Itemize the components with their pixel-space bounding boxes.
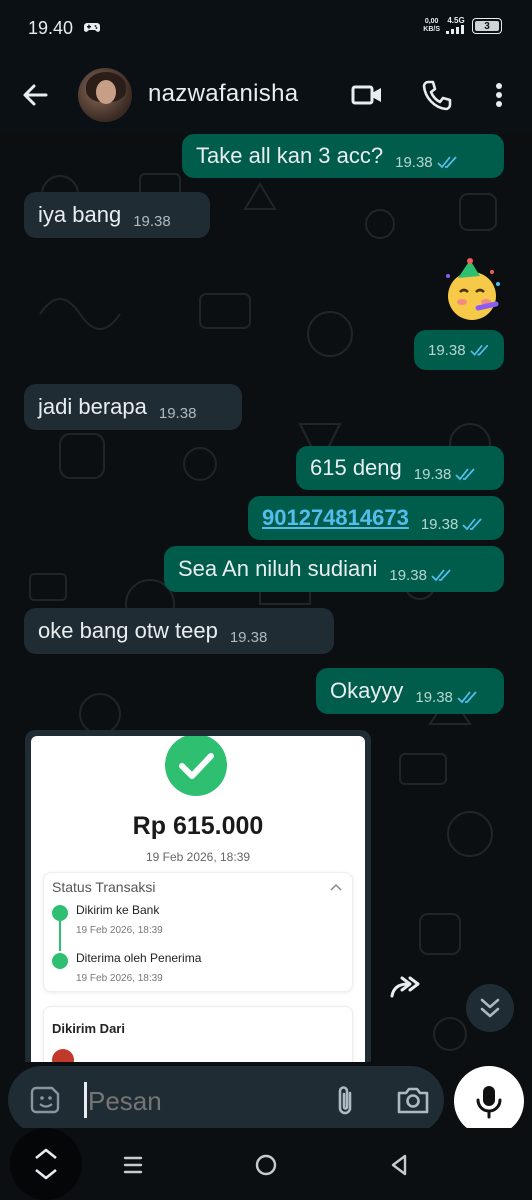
partying-face-emoji-icon[interactable] <box>440 258 506 324</box>
step-connector <box>59 921 61 951</box>
read-ticks-icon <box>462 518 483 531</box>
microphone-icon <box>476 1086 502 1119</box>
forward-icon[interactable] <box>388 972 424 1002</box>
message-time: 19.38 <box>413 465 452 483</box>
rotate-screen-button[interactable] <box>10 1128 82 1200</box>
message-bubble-incoming[interactable]: jadi berapa 19.38 <box>24 384 242 430</box>
message-input[interactable] <box>88 1086 308 1117</box>
video-call-icon[interactable] <box>350 78 384 112</box>
net-speed-value: 0,00 <box>424 18 439 25</box>
sender-title: Dikirim Dari <box>52 1021 125 1036</box>
message-time: 19.38 <box>428 341 466 359</box>
message-input-container[interactable] <box>8 1066 444 1134</box>
chevron-up-icon <box>330 883 342 891</box>
read-ticks-icon <box>455 468 475 481</box>
step-label: Dikirim ke Bank <box>76 903 160 917</box>
message-time: 19.38 <box>395 153 433 171</box>
voice-record-button[interactable] <box>454 1066 524 1136</box>
phone-call-icon[interactable] <box>420 78 454 112</box>
sender-card: Dikirim Dari <box>43 1006 353 1062</box>
message-bubble-outgoing[interactable]: Take all kan 3 acc? 19.38 <box>182 134 504 178</box>
message-time: 19.38 <box>389 566 427 584</box>
more-options-icon[interactable] <box>482 78 516 112</box>
message-time: 19.38 <box>229 628 268 646</box>
message-bubble-incoming[interactable]: oke bang otw teep 19.38 <box>24 608 334 654</box>
back-nav-icon[interactable] <box>386 1152 412 1178</box>
step-date: 19 Feb 2026, 18:39 <box>76 925 163 936</box>
read-ticks-icon <box>457 691 477 704</box>
step-date: 19 Feb 2026, 18:39 <box>76 973 163 984</box>
transfer-amount: Rp 615.000 <box>132 812 264 840</box>
read-ticks-icon <box>469 344 488 356</box>
scroll-down-button[interactable] <box>466 984 514 1032</box>
status-step: Dikirim ke Bank 19 Feb 2026, 18:39 <box>52 903 312 943</box>
system-navigation-bar <box>0 1128 532 1200</box>
signal-bars-icon <box>446 25 464 34</box>
avatar[interactable] <box>78 68 132 122</box>
receipt-image: Rp 615.000 19 Feb 2026, 18:39 Status Tra… <box>31 736 365 1062</box>
battery-indicator: 3 <box>472 18 502 34</box>
message-text: Okayyy <box>330 678 404 703</box>
message-bubble-outgoing[interactable]: 19.38 <box>414 330 504 370</box>
image-message-receipt[interactable]: Rp 615.000 19 Feb 2026, 18:39 Status Tra… <box>25 730 371 1062</box>
message-text: Sea An niluh sudiani <box>178 556 378 581</box>
message-text: Take all kan 3 acc? <box>196 143 384 168</box>
check-icon <box>52 905 68 921</box>
network-type: 4.5G <box>447 16 465 25</box>
message-time: 19.38 <box>420 515 459 533</box>
bank-logo <box>52 1049 74 1062</box>
message-bubble-outgoing[interactable]: Okayyy 19.38 <box>316 668 504 714</box>
home-icon[interactable] <box>253 1152 279 1178</box>
double-chevron-down-icon <box>480 998 500 1018</box>
chat-area[interactable]: Take all kan 3 acc? 19.38 iya bang 19.38… <box>0 134 532 1062</box>
rotate-icon <box>35 1148 57 1180</box>
status-bar: 19.40 0,00 KB/S 4.5G 3 <box>0 0 532 56</box>
message-bubble-outgoing[interactable]: Sea An niluh sudiani 19.38 <box>164 546 504 592</box>
message-bubble-outgoing[interactable]: 615 deng 19.38 <box>296 446 504 490</box>
message-text: jadi berapa <box>38 394 147 419</box>
text-cursor <box>84 1082 87 1118</box>
check-icon <box>52 953 68 969</box>
message-bubble-outgoing[interactable]: 901274814673 19.38 <box>248 496 504 540</box>
transfer-date: 19 Feb 2026, 18:39 <box>145 850 251 864</box>
message-text: iya bang <box>38 202 122 227</box>
sticker-emoji-icon[interactable] <box>30 1084 62 1116</box>
message-text: oke bang otw teep <box>38 618 218 643</box>
read-ticks-icon <box>437 156 457 169</box>
message-text: 615 deng <box>310 455 402 480</box>
step-label: Diterima oleh Penerima <box>76 951 202 965</box>
camera-icon[interactable] <box>396 1084 430 1116</box>
message-bubble-incoming[interactable]: iya bang 19.38 <box>24 192 210 238</box>
recent-apps-icon[interactable] <box>120 1152 146 1178</box>
signal-indicator: 4.5G <box>446 16 466 36</box>
attach-paperclip-icon[interactable] <box>330 1084 362 1118</box>
success-check-icon <box>165 736 227 796</box>
account-number-link[interactable]: 901274814673 <box>262 505 409 531</box>
gamepad-icon <box>84 23 100 32</box>
contact-name[interactable]: nazwafanisha <box>148 80 298 108</box>
net-speed: 0,00 KB/S <box>423 18 440 34</box>
status-title: Status Transaksi <box>52 879 156 895</box>
status-step: Diterima oleh Penerima 19 Feb 2026, 18:3… <box>52 951 312 991</box>
message-time: 19.38 <box>415 688 453 706</box>
message-time: 19.38 <box>133 212 171 230</box>
status-card: Status Transaksi Dikirim ke Bank 19 Feb … <box>43 872 353 992</box>
read-ticks-icon <box>431 569 451 582</box>
message-time: 19.38 <box>158 404 197 422</box>
chat-header: nazwafanisha <box>0 56 532 134</box>
back-arrow-icon[interactable] <box>18 78 52 112</box>
battery-level: 3 <box>484 20 490 32</box>
net-speed-unit: KB/S <box>423 26 440 33</box>
status-time: 19.40 <box>28 18 74 38</box>
